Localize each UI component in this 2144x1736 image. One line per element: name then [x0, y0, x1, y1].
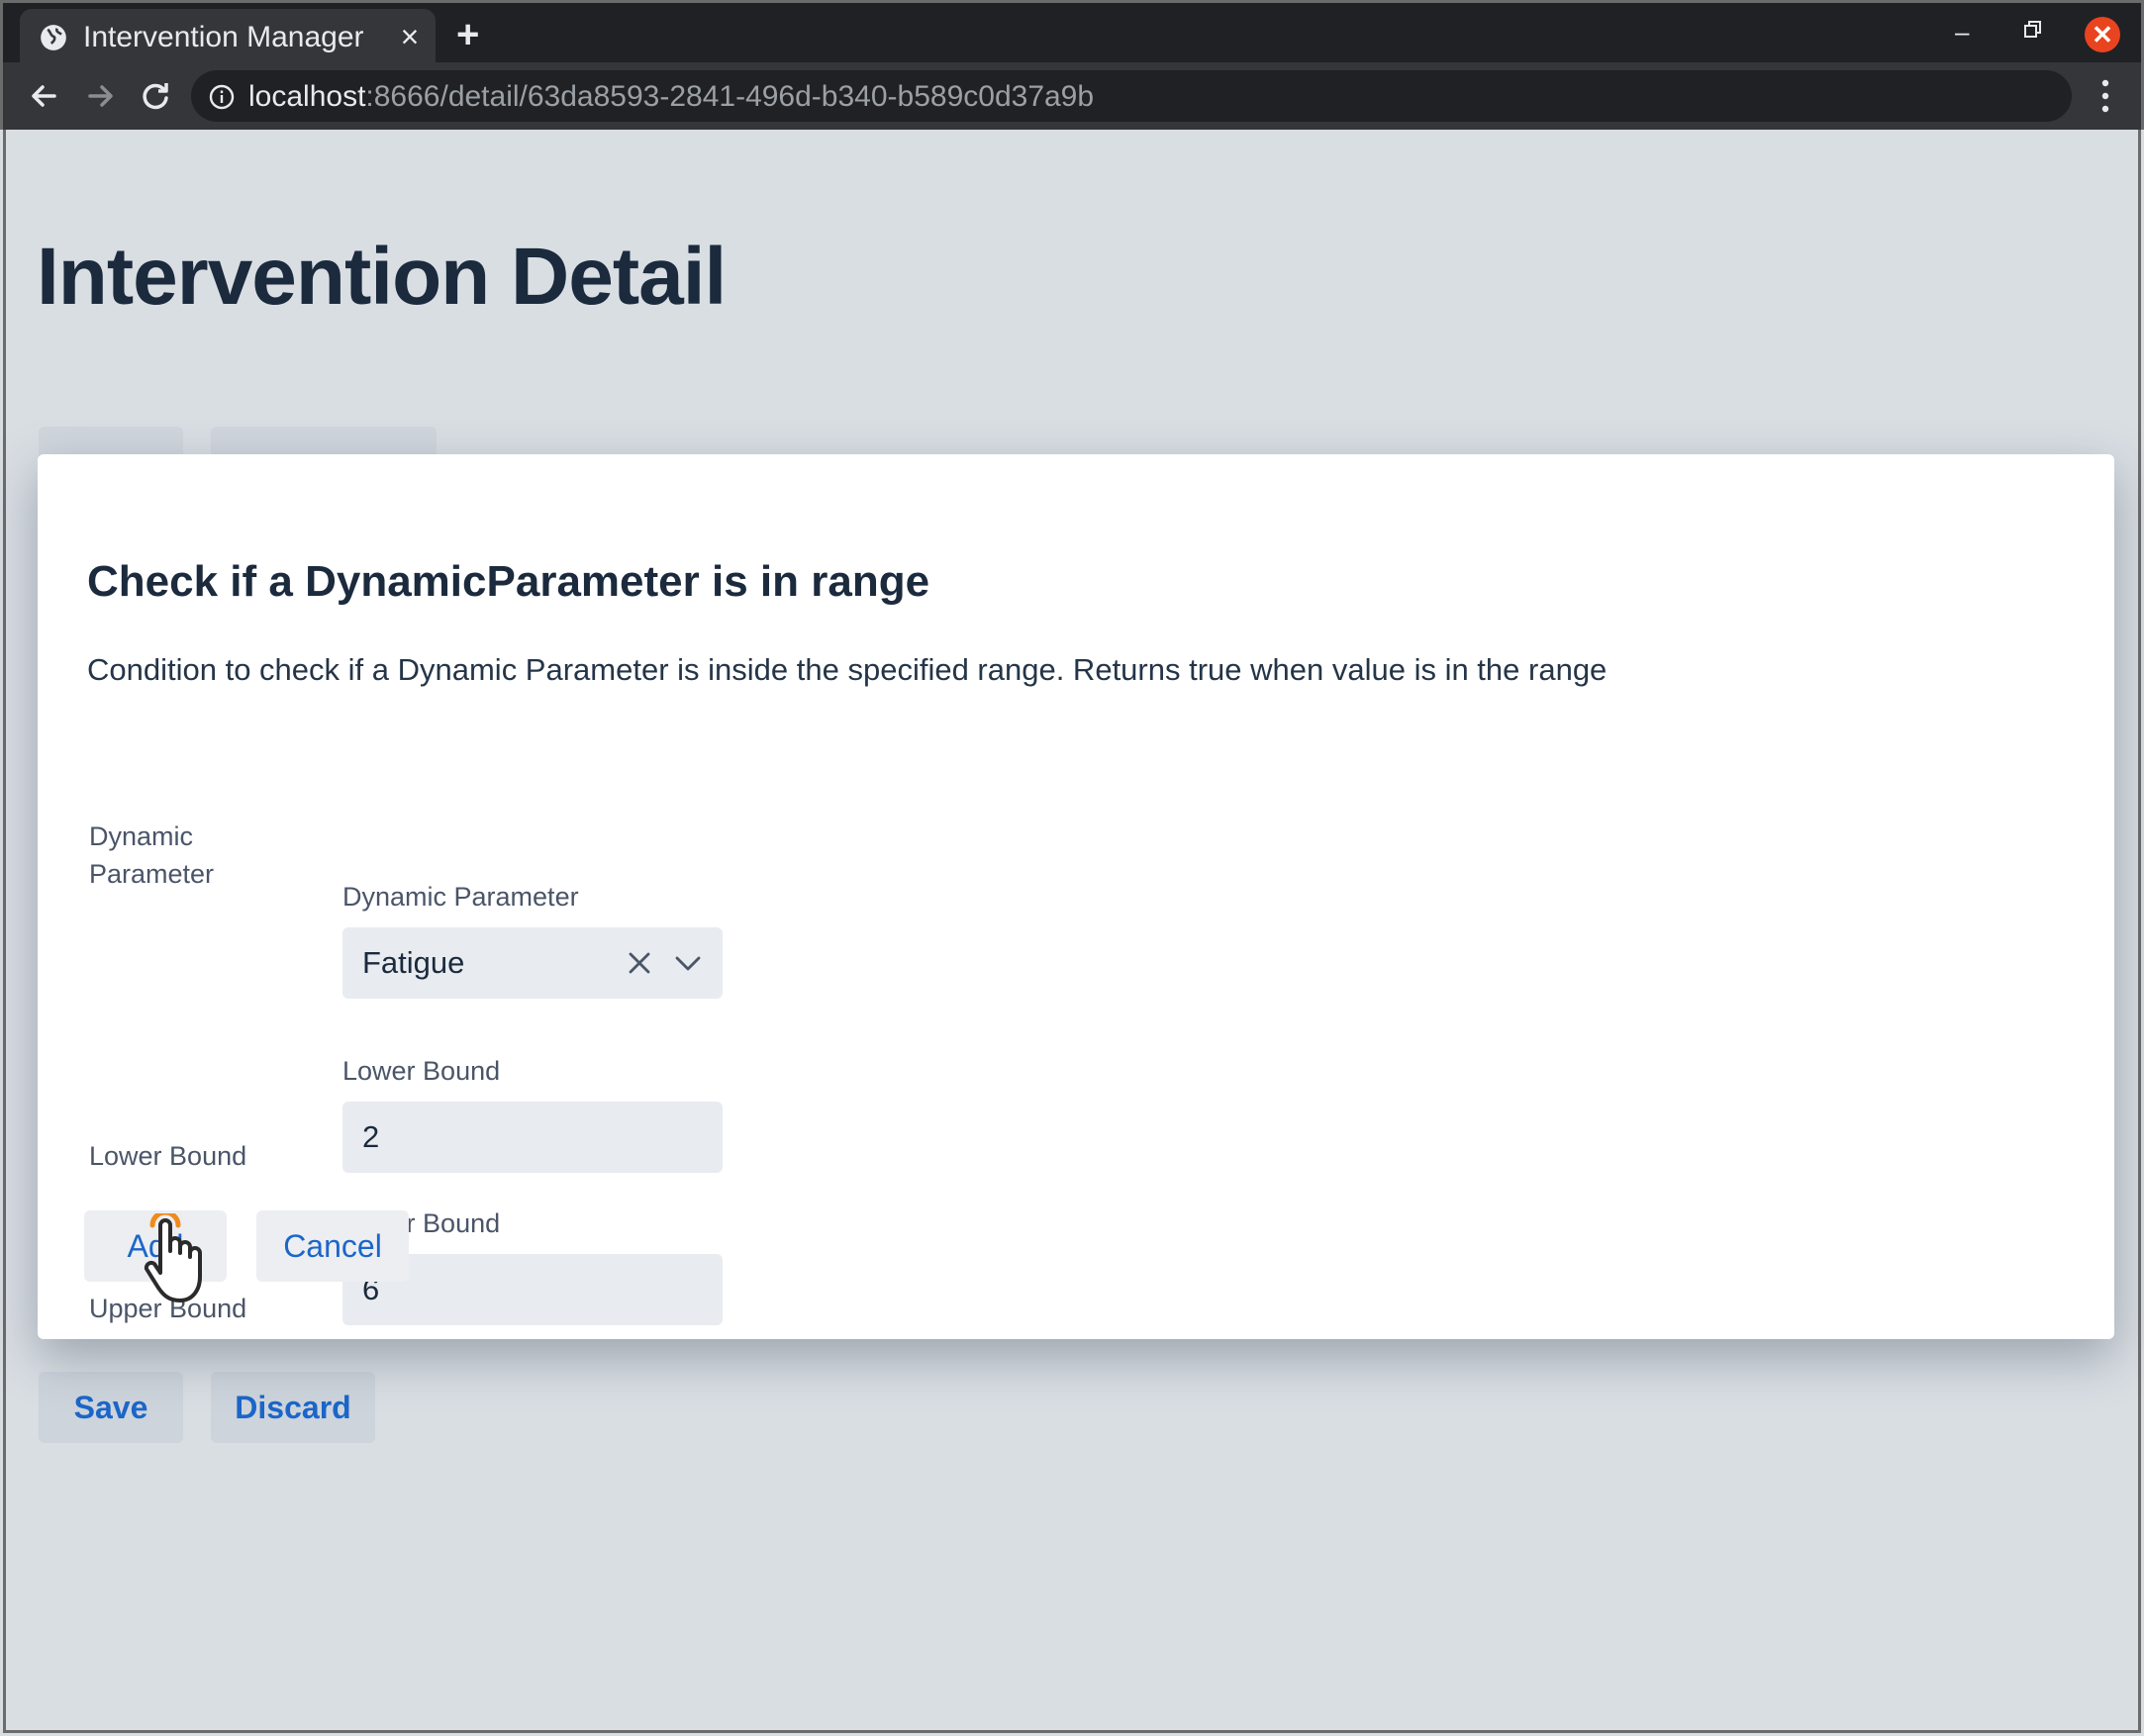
window-close-button[interactable]: ✕ [2085, 17, 2120, 52]
tab-title: Intervention Manager [83, 21, 364, 53]
url-host: localhost [248, 80, 366, 113]
dialog-description: Condition to check if a Dynamic Paramete… [87, 652, 1608, 687]
chevron-down-icon[interactable] [673, 949, 703, 977]
arrow-right-icon[interactable] [80, 76, 120, 116]
url-path: :8666/detail/63da8593-2841-496d-b340-b58… [365, 80, 1095, 113]
dialog-title: Check if a DynamicParameter is in range [87, 557, 930, 606]
row-label-line: Dynamic [89, 821, 194, 851]
dynamic-parameter-select[interactable]: Fatigue [342, 927, 723, 999]
window-minimize-button[interactable]: – [1955, 17, 1969, 48]
vertical-dots-icon[interactable] [2099, 78, 2111, 114]
new-tab-button[interactable]: + [456, 15, 479, 54]
reload-icon[interactable] [136, 76, 175, 116]
window-restore-button[interactable] [2022, 19, 2044, 41]
page-title: Intervention Detail [37, 232, 727, 322]
tab-close-button[interactable]: × [394, 19, 426, 54]
lower-bound-field-label: Lower Bound [342, 1056, 501, 1086]
save-button[interactable]: Save [39, 1372, 183, 1443]
row-label-line: Parameter [89, 859, 215, 889]
lower-bound-value: 2 [362, 1119, 380, 1154]
dynamic-parameter-field-label: Dynamic Parameter [342, 882, 579, 912]
lower-bound-input[interactable]: 2 [342, 1102, 723, 1173]
hand-pointer-icon [144, 1213, 202, 1302]
discard-button[interactable]: Discard [211, 1372, 375, 1443]
lower-bound-row-label: Lower Bound [89, 1141, 247, 1171]
url-text: localhost:8666/detail/63da8593-2841-496d… [248, 80, 1094, 114]
dynamic-parameter-row-label: Dynamic Parameter [89, 818, 214, 893]
url-bar[interactable]: localhost:8666/detail/63da8593-2841-496d… [191, 70, 2072, 122]
browser-address-bar: localhost:8666/detail/63da8593-2841-496d… [0, 62, 2144, 130]
dynamic-parameter-value: Fatigue [362, 945, 465, 980]
globe-icon [41, 25, 66, 50]
condition-dialog: Check if a DynamicParameter is in range … [38, 454, 2114, 1339]
page-content: Intervention Detail Save Discard Check i… [3, 130, 2141, 1733]
info-icon[interactable] [209, 84, 235, 110]
close-icon[interactable] [626, 949, 653, 977]
browser-tab-bar: Intervention Manager × + – ✕ [0, 0, 2144, 65]
browser-tab[interactable]: Intervention Manager × [20, 9, 436, 65]
arrow-left-icon[interactable] [25, 76, 64, 116]
cancel-button[interactable]: Cancel [256, 1210, 409, 1282]
